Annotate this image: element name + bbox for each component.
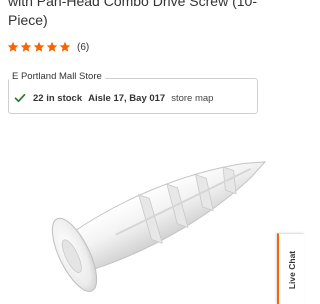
star-icon (20, 41, 32, 52)
stock-row: 22 in stock Aisle 17, Bay 017 store map (14, 92, 213, 104)
product-rating[interactable]: (6) (7, 39, 89, 55)
stock-status: 22 in stock (33, 92, 83, 104)
store-map-link[interactable]: store map (171, 93, 213, 104)
checkmark-icon (14, 93, 26, 103)
star-icon (46, 41, 58, 52)
live-chat-label: Live Chat (287, 250, 297, 290)
star-icon (33, 41, 45, 52)
product-title: with Pan-Head Combo Drive Screw (10-Piec… (8, 0, 257, 28)
store-name: E Portland Mall Store (9, 71, 105, 83)
star-rating (7, 41, 72, 53)
live-chat-button[interactable]: Live Chat (277, 233, 304, 304)
wall-anchor-icon (51, 161, 267, 292)
star-icon (59, 41, 71, 52)
star-icon (7, 41, 19, 52)
product-image (51, 161, 267, 292)
review-count[interactable]: (6) (77, 42, 89, 53)
aisle-location: Aisle 17, Bay 017 (88, 92, 166, 104)
